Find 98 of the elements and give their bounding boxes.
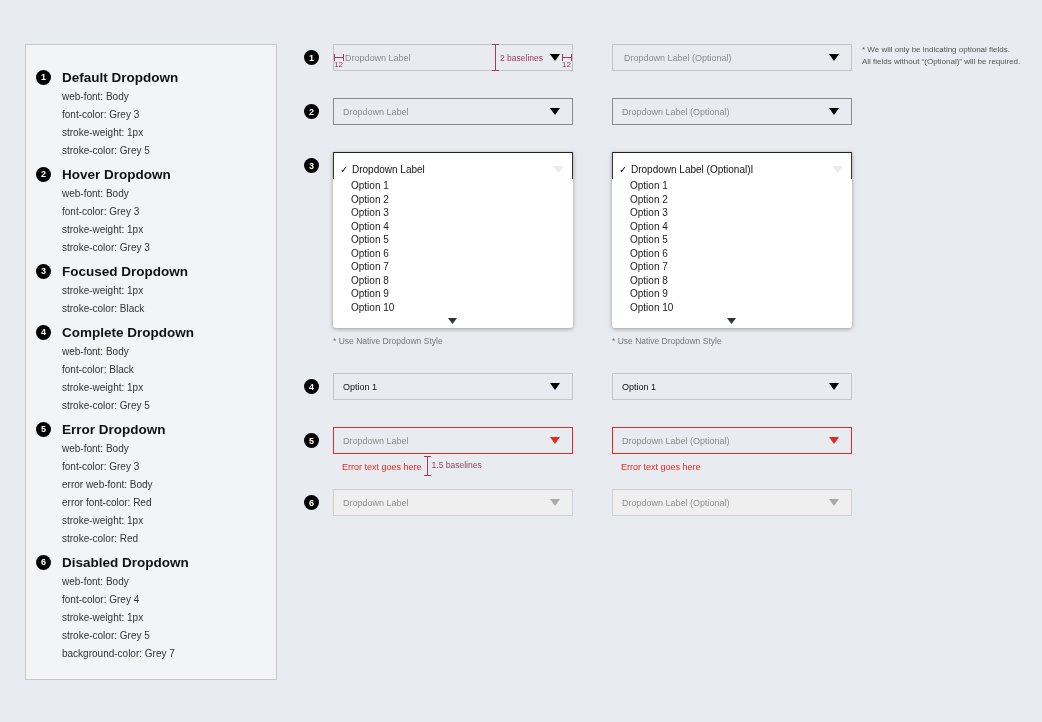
dropdown[interactable]: Option 1 <box>612 373 852 400</box>
step-number: 1 <box>304 50 319 65</box>
selected-option[interactable]: Dropdown Label <box>352 163 553 175</box>
caret-icon <box>550 499 560 506</box>
dropdown-menu[interactable]: ✓ Dropdown Label Option 1 Option 2 Option 3 Option 4 Option 5 Option 6 Option 7 Option 8 Option 9 Option 10 <box>333 152 573 328</box>
legend-spec: font-color: Grey 4 <box>61 593 141 607</box>
step-number: 3 <box>304 158 319 173</box>
selected-option[interactable]: Dropdown Label (Optional)I <box>631 163 832 175</box>
legend-spec: stroke-color: Grey 5 <box>61 399 151 413</box>
legend-spec: stroke-weight: 1px <box>61 381 145 395</box>
legend-spec: font-color: Grey 3 <box>61 108 141 122</box>
dropdown-menu[interactable]: ✓ Dropdown Label (Optional)I Option 1 Option 2 Option 3 Option 4 Option 5 Option 6 Option 7 Option 8 Option 9 Option 10 <box>612 152 852 328</box>
caret-icon <box>829 108 839 115</box>
caret-icon <box>829 437 839 444</box>
legend-spec: web-font: Body <box>61 442 130 456</box>
dropdown-option[interactable]: Option 1 <box>333 179 573 193</box>
legend-spec: stroke-weight: 1px <box>61 611 145 625</box>
dropdown-option[interactable]: Option 4 <box>612 219 852 233</box>
legend-spec: font-color: Black <box>61 363 135 377</box>
legend-spec: stroke-color: Red <box>61 532 140 546</box>
check-mark: ✓ <box>619 163 628 175</box>
height-marker <box>492 44 499 71</box>
dropdown-option[interactable]: Option 2 <box>612 192 852 206</box>
step-number: 2 <box>304 104 319 119</box>
dropdown-option[interactable]: Option 9 <box>333 287 573 301</box>
legend-spec: web-font: Body <box>61 90 130 104</box>
dropdown-option[interactable]: Option 5 <box>333 233 573 247</box>
legend-spec: stroke-color: Grey 5 <box>61 144 151 158</box>
measurement-label: 2 baselines <box>500 53 543 63</box>
legend-title: Default Dropdown <box>62 69 179 85</box>
caret-icon <box>550 437 560 444</box>
dropdown[interactable]: Dropdown Label 12 2 baselines 12 <box>333 44 573 71</box>
legend-spec: stroke-color: Grey 5 <box>61 629 151 643</box>
caret-icon <box>829 54 839 61</box>
dropdown-option[interactable]: Option 10 <box>333 300 573 314</box>
legend-spec: stroke-weight: 1px <box>61 284 145 298</box>
dropdown-option[interactable]: Option 5 <box>612 233 852 247</box>
dropdown-option[interactable]: Option 6 <box>612 246 852 260</box>
spacing-marker <box>423 456 431 476</box>
step-number: 4 <box>36 324 51 340</box>
legend-spec: stroke-color: Grey 3 <box>61 241 151 255</box>
dropdown[interactable]: Option 1 <box>333 373 573 400</box>
footnote: * Use Native Dropdown Style <box>333 336 444 346</box>
dropdown-option[interactable]: Option 10 <box>612 300 852 314</box>
scroll-down-icon <box>448 318 457 324</box>
legend-spec: stroke-color: Black <box>61 302 146 316</box>
legend-spec: web-font: Body <box>61 575 130 589</box>
dropdown-option[interactable]: Option 9 <box>612 287 852 301</box>
padding-marker <box>334 54 344 61</box>
dropdown-option[interactable]: Option 4 <box>333 219 573 233</box>
legend-spec: font-color: Grey 3 <box>61 460 141 474</box>
step-number: 2 <box>36 166 51 182</box>
caret-icon <box>550 54 560 61</box>
legend-spec: font-color: Grey 3 <box>61 205 141 219</box>
step-number: 6 <box>304 495 319 510</box>
caret-icon <box>550 108 560 115</box>
legend-spec: web-font: Body <box>61 187 130 201</box>
dropdown-option[interactable]: Option 1 <box>612 179 852 193</box>
dropdown-option[interactable]: Option 7 <box>612 260 852 274</box>
dropdown-option[interactable]: Option 2 <box>333 192 573 206</box>
step-number: 4 <box>304 379 319 394</box>
legend-title: Complete Dropdown <box>62 324 194 340</box>
padding-marker <box>562 54 572 61</box>
measurement-label: 12 <box>334 60 343 69</box>
dropdown-option[interactable]: Option 8 <box>612 273 852 287</box>
legend-title: Focused Dropdown <box>62 263 188 279</box>
dropdown-option[interactable]: Option 7 <box>333 260 573 274</box>
note-text: * We will only be indicating optional fields. <box>862 44 1011 56</box>
measurement-label: 12 <box>562 60 571 69</box>
step-number: 3 <box>36 263 51 279</box>
step-number: 1 <box>36 69 51 85</box>
legend-title: Error Dropdown <box>62 421 166 437</box>
step-number: 6 <box>36 554 51 570</box>
legend-spec: stroke-weight: 1px <box>61 514 145 528</box>
dropdown-option[interactable]: Option 8 <box>333 273 573 287</box>
caret-icon <box>829 499 839 506</box>
error-message: Error text goes here <box>620 461 701 472</box>
footnote: * Use Native Dropdown Style <box>612 336 723 346</box>
legend-spec: web-font: Body <box>61 345 130 359</box>
legend-spec: background-color: Grey 7 <box>61 647 176 661</box>
legend-title: Hover Dropdown <box>62 166 171 182</box>
measurement-label: 1.5 baselines <box>431 459 482 470</box>
legend-spec: error web-font: Body <box>61 478 154 492</box>
step-number: 5 <box>36 421 51 437</box>
legend-spec: stroke-weight: 1px <box>61 126 145 140</box>
caret-icon <box>550 383 560 390</box>
legend-spec: error font-color: Red <box>61 496 153 510</box>
note-text: All fields without “(Optional)” will be required. <box>862 56 1021 68</box>
caret-icon <box>829 383 839 390</box>
legend-title: Disabled Dropdown <box>62 554 189 570</box>
legend-spec: stroke-weight: 1px <box>61 223 145 237</box>
dropdown-option[interactable]: Option 6 <box>333 246 573 260</box>
error-message: Error text goes here <box>341 461 422 472</box>
dropdown-option[interactable]: Option 3 <box>333 206 573 220</box>
scroll-down-icon <box>727 318 736 324</box>
step-number: 5 <box>304 433 319 448</box>
check-mark: ✓ <box>340 163 349 175</box>
dropdown-option[interactable]: Option 3 <box>612 206 852 220</box>
